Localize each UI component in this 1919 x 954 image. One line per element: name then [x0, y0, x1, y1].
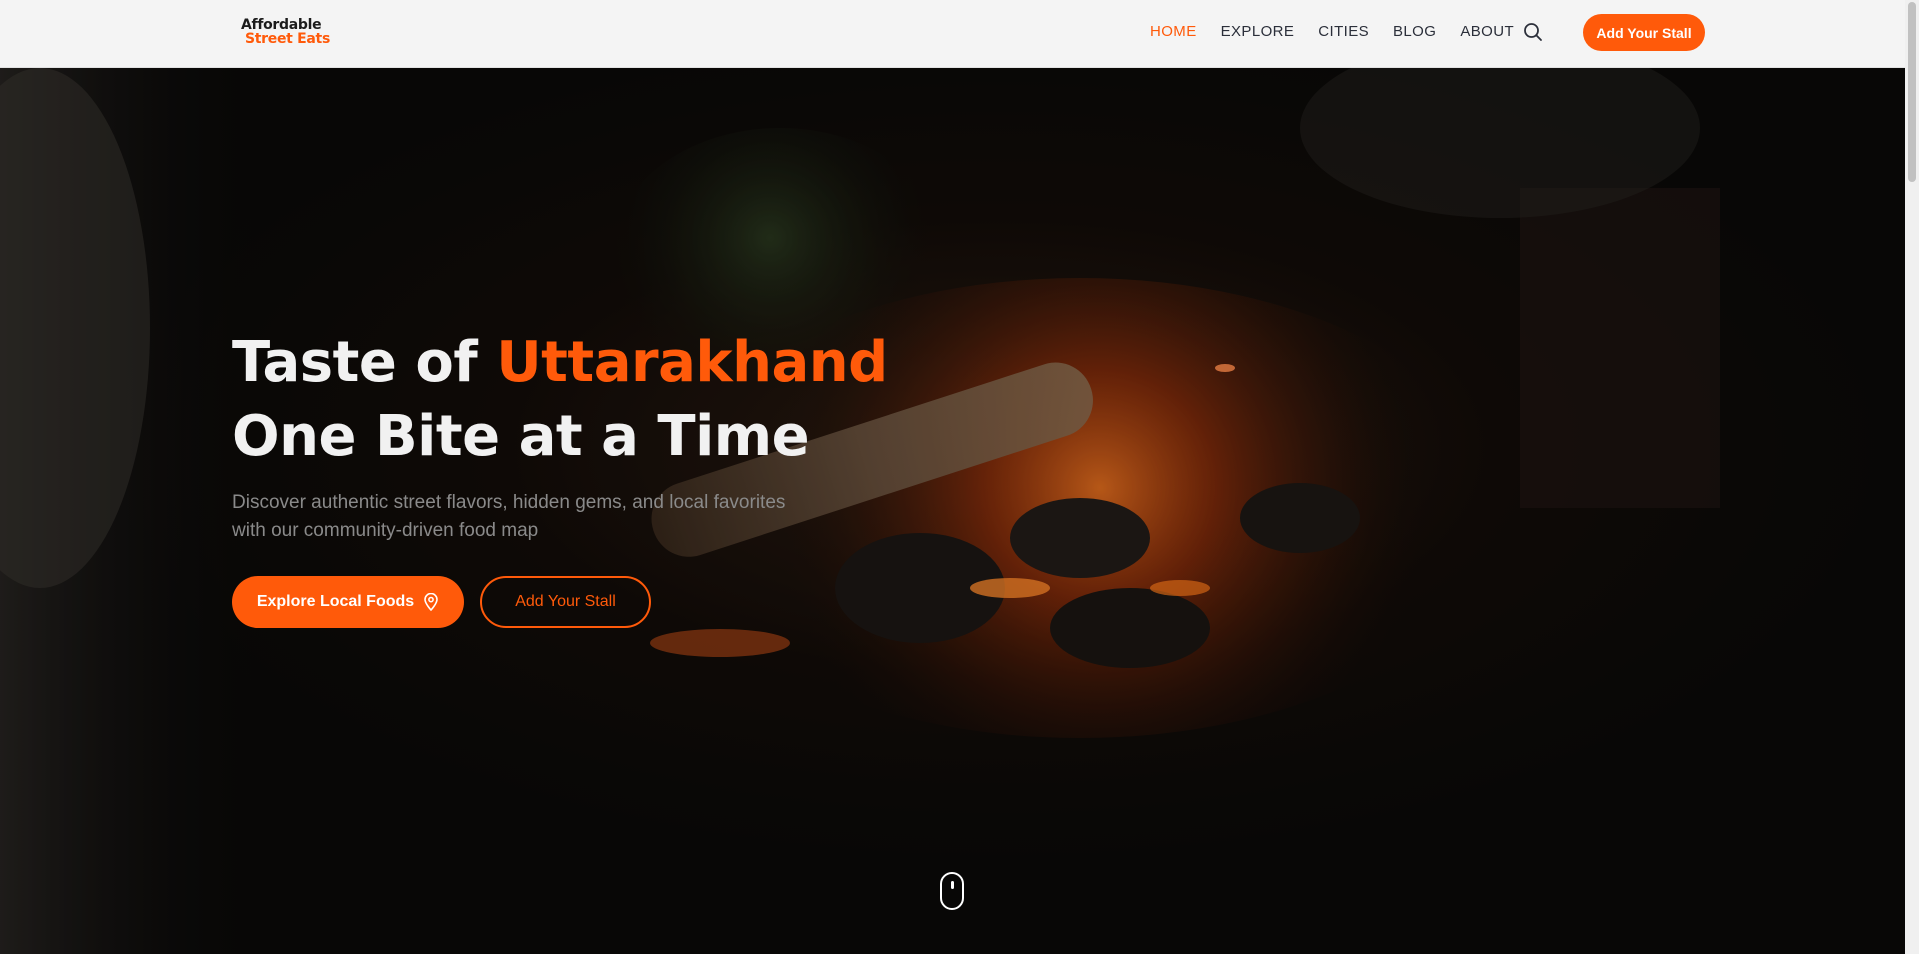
- explore-local-foods-button[interactable]: Explore Local Foods: [232, 576, 464, 628]
- hero-title-line2: One Bite at a Time: [232, 404, 810, 469]
- hero-title-prefix: Taste of: [232, 330, 497, 395]
- hero-section: Taste of Uttarakhand One Bite at a Time …: [0, 68, 1905, 954]
- logo-line-affordable: Affordable: [241, 17, 322, 33]
- nav-explore[interactable]: EXPLORE: [1221, 23, 1295, 40]
- explore-local-foods-label: Explore Local Foods: [256, 593, 415, 610]
- site-logo[interactable]: Affordable Street Eats: [241, 18, 330, 46]
- nav-blog[interactable]: BLOG: [1393, 23, 1436, 40]
- site-header: Affordable Street Eats HOME EXPLORE CITI…: [0, 0, 1905, 68]
- scrollbar-thumb[interactable]: [1908, 2, 1916, 182]
- page-scrollbar[interactable]: [1905, 0, 1919, 954]
- main-nav: HOME EXPLORE CITIES BLOG ABOUT: [1150, 23, 1538, 40]
- hero-title-accent: Uttarakhand: [496, 330, 888, 395]
- nav-home[interactable]: HOME: [1150, 23, 1197, 40]
- map-pin-icon: [424, 593, 438, 611]
- hero-title: Taste of Uttarakhand One Bite at a Time: [232, 326, 888, 474]
- page: Affordable Street Eats HOME EXPLORE CITI…: [0, 0, 1919, 954]
- logo-line-street-eats: Street Eats: [245, 31, 330, 47]
- hero-subtitle-line2: with our community-driven food map: [232, 520, 539, 541]
- mouse-scroll-wheel: [951, 881, 954, 889]
- nav-cities[interactable]: CITIES: [1318, 23, 1369, 40]
- add-your-stall-header-button[interactable]: Add Your Stall: [1583, 14, 1705, 51]
- hero-subtitle-line1: Discover authentic street flavors, hidde…: [232, 492, 786, 513]
- search-icon[interactable]: [1522, 21, 1544, 43]
- nav-about[interactable]: ABOUT: [1460, 23, 1514, 40]
- mouse-scroll-icon[interactable]: [940, 872, 964, 910]
- add-your-stall-hero-button[interactable]: Add Your Stall: [480, 576, 651, 628]
- hero-subtitle: Discover authentic street flavors, hidde…: [232, 489, 852, 545]
